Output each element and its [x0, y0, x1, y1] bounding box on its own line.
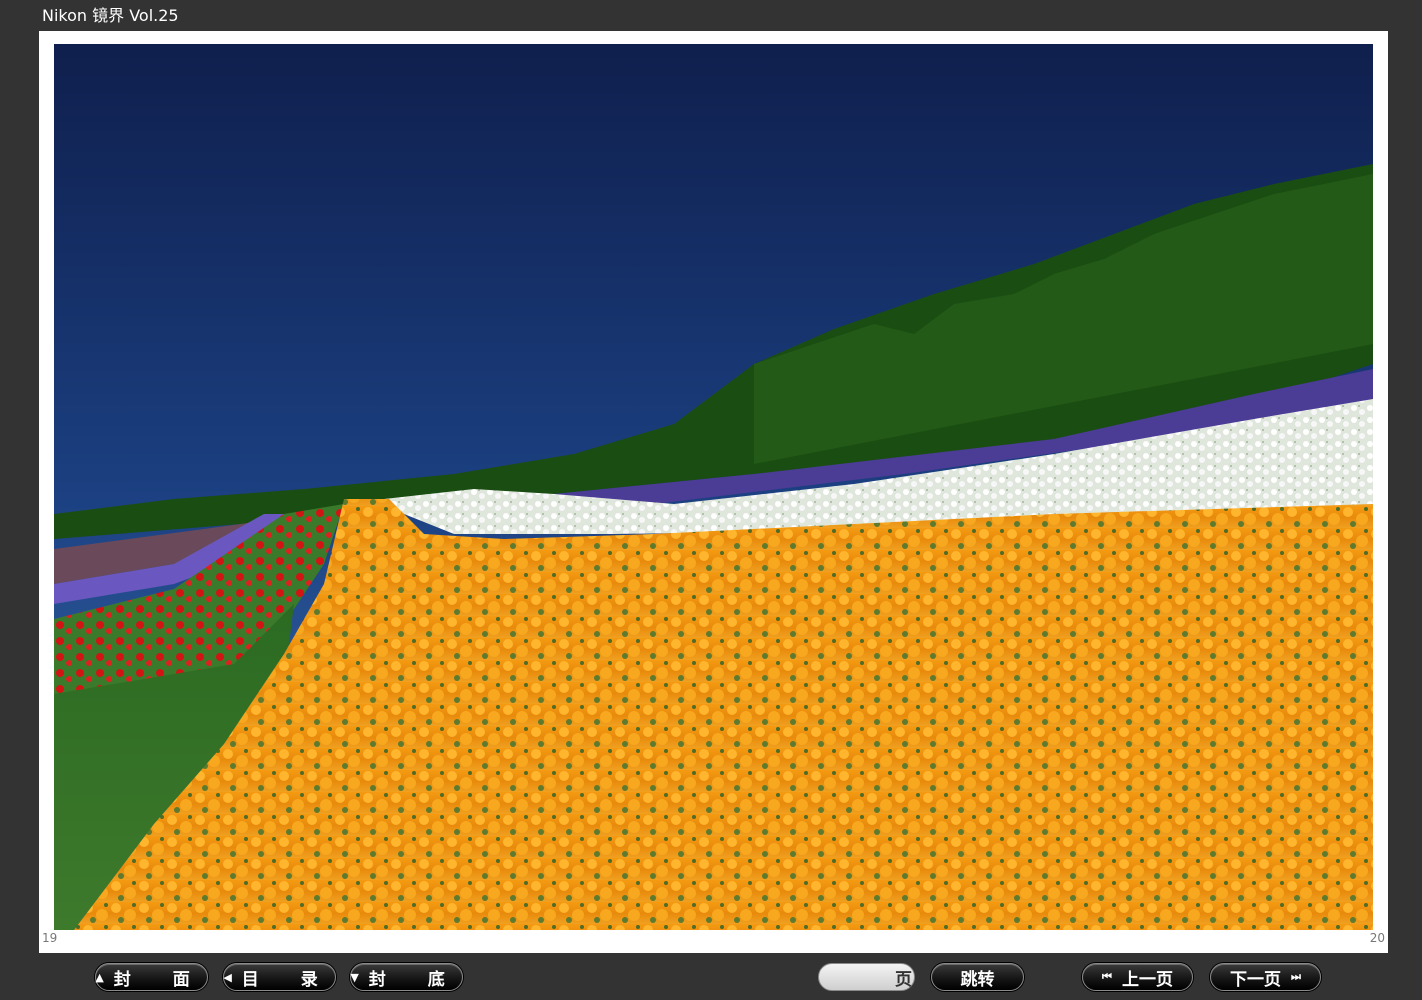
jump-button-label: 跳转 — [960, 969, 995, 990]
jump-button[interactable]: 跳转 — [931, 963, 1024, 991]
page-number-input[interactable] — [827, 965, 891, 989]
prev-page-button[interactable]: ⏮ 上一页 — [1082, 963, 1193, 991]
toc-button[interactable]: ◀ 目 录 — [223, 963, 336, 991]
next-page-button[interactable]: 下一页 ⏭ — [1210, 963, 1321, 991]
page-number-field: 页 — [818, 963, 915, 991]
flower-field-photo — [54, 44, 1373, 930]
page-suffix-label: 页 — [895, 969, 912, 990]
back-cover-button[interactable]: ▼ 封 底 — [350, 963, 463, 991]
back-cover-button-label: 封 底 — [368, 969, 463, 990]
left-page-number: 19 — [42, 931, 58, 945]
triangle-left-icon: ◀ — [223, 970, 232, 984]
toc-button-label: 目 录 — [241, 969, 336, 990]
cover-button-label: 封 面 — [113, 969, 208, 990]
next-page-label: 下一页 — [1230, 969, 1282, 990]
prev-page-label: 上一页 — [1121, 969, 1173, 990]
window-title: Nikon 镜界 Vol.25 — [42, 6, 179, 25]
triangle-up-icon: ▲ — [95, 970, 104, 984]
triangle-down-icon: ▼ — [350, 970, 359, 984]
navigation-bar: ▲ 封 面 ◀ 目 录 ▼ 封 底 页 跳转 ⏮ 上一页 下一页 ⏭ — [0, 961, 1422, 993]
skip-forward-icon: ⏭ — [1291, 970, 1301, 983]
cover-button[interactable]: ▲ 封 面 — [95, 963, 208, 991]
magazine-spread: 19 20 — [39, 31, 1388, 953]
right-page-number: 20 — [1369, 931, 1385, 945]
skip-back-icon: ⏮ — [1102, 970, 1112, 983]
